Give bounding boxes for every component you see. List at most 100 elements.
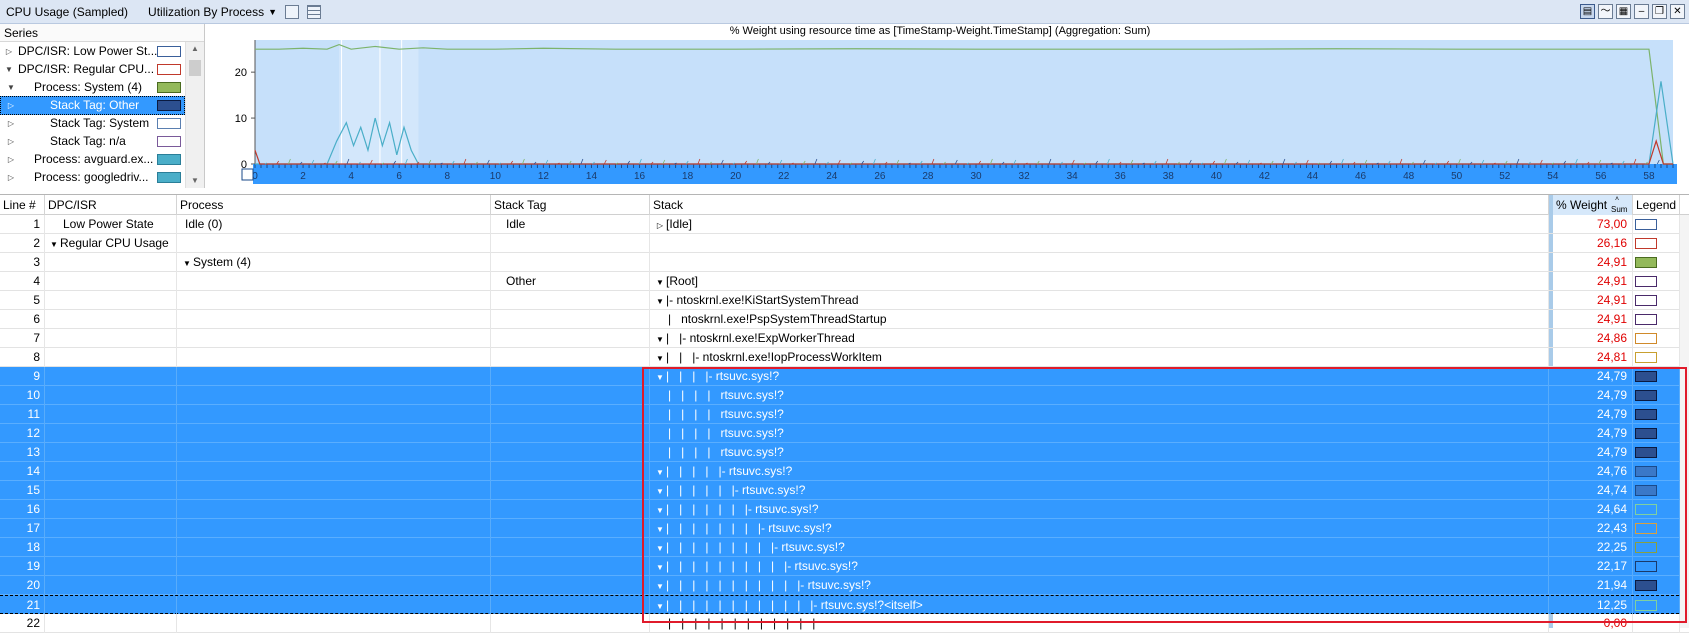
collapse-icon[interactable]: ▼ (654, 292, 666, 310)
column-header-dpc-isr[interactable]: DPC/ISR (45, 195, 177, 215)
collapse-icon[interactable]: ▼ (654, 597, 666, 615)
collapse-icon[interactable]: ▼ (181, 254, 193, 272)
collapse-icon[interactable]: ▼ (654, 330, 666, 348)
restore-icon[interactable]: ❐ (1652, 4, 1667, 19)
expand-icon[interactable]: ▷ (654, 216, 666, 234)
column-header-weight[interactable]: % Weight ˄ Sum (1553, 195, 1633, 215)
stack-cell-text: | ntoskrnl.exe!PspSystemThreadStartup (668, 312, 887, 326)
expand-icon[interactable]: ▷ (6, 114, 16, 133)
collapse-icon[interactable]: ▼ (654, 520, 666, 538)
column-header-legend[interactable]: Legend (1633, 195, 1680, 215)
table-row[interactable]: 15 ▼ | | | | | |- rtsuvc.sys!? 24,74 (0, 481, 1689, 500)
stack-cell: ▼ | | | | | | | | | | |- rtsuvc.sys!? (650, 576, 1549, 595)
collapse-icon[interactable]: ▼ (6, 78, 16, 97)
series-color-swatch[interactable] (157, 82, 181, 93)
collapse-icon[interactable]: ▼ (654, 501, 666, 519)
cpu-usage-chart[interactable]: % Weight using resource time as [TimeSta… (205, 24, 1689, 188)
collapse-icon[interactable]: ▼ (4, 60, 14, 79)
expand-icon[interactable]: ▷ (6, 132, 16, 151)
table-row[interactable]: 13 | | | | rtsuvc.sys!? 24,79 (0, 443, 1689, 462)
expand-icon[interactable]: ▷ (6, 168, 16, 187)
series-color-swatch[interactable] (157, 154, 181, 165)
series-scrollbar[interactable]: ▲ ▼ (185, 42, 204, 188)
table-row[interactable]: 3 ▼ System (4) 24,91 (0, 253, 1689, 272)
table-row[interactable]: 14 ▼ | | | | |- rtsuvc.sys!? 24,76 (0, 462, 1689, 481)
series-item[interactable]: ▼ DPC/ISR: Regular CPU... (0, 60, 185, 79)
series-color-swatch[interactable] (157, 46, 181, 57)
collapse-icon[interactable]: ▼ (654, 482, 666, 500)
stack-tag-cell (491, 367, 650, 386)
zoom-reset-button[interactable] (241, 168, 254, 181)
graph-and-table-view-button[interactable]: ▤ (1580, 4, 1595, 19)
series-color-swatch[interactable] (157, 64, 181, 75)
table-row[interactable]: 11 | | | | rtsuvc.sys!? 24,79 (0, 405, 1689, 424)
column-header-line[interactable]: Line # (0, 195, 45, 215)
grid-settings-icon[interactable] (307, 4, 322, 19)
collapse-icon[interactable]: ▼ (654, 349, 666, 367)
table-scrollbar[interactable] (1680, 215, 1689, 628)
table-row[interactable]: 10 | | | | rtsuvc.sys!? 24,79 (0, 386, 1689, 405)
series-item[interactable]: ▷ Stack Tag: Other (0, 96, 185, 115)
table-row[interactable]: 8 ▼ | | |- ntoskrnl.exe!IopProcessWorkItem… (0, 348, 1689, 367)
stack-tag-cell: Idle (491, 215, 650, 234)
table-row[interactable]: 18 ▼ | | | | | | | | |- rtsuvc.sys!? 22,25 (0, 538, 1689, 557)
process-cell (177, 519, 491, 538)
series-item-label: Stack Tag: Other (50, 98, 140, 112)
collapse-icon[interactable]: ▼ (654, 273, 666, 291)
series-item[interactable]: ▷ Process: googledriv... (0, 168, 185, 187)
expand-icon[interactable]: ▷ (6, 96, 16, 115)
table-row[interactable]: 22 | | | | | | | | | | | | 0,00 (0, 614, 1689, 633)
x-axis-band[interactable] (253, 164, 1677, 184)
plot-area[interactable] (255, 40, 1673, 164)
scroll-down-icon[interactable]: ▼ (186, 174, 204, 188)
series-color-swatch[interactable] (157, 172, 181, 183)
series-item[interactable]: ▷ DPC/ISR: Low Power St... (0, 42, 185, 61)
scroll-thumb[interactable] (189, 60, 201, 76)
table-row[interactable]: 19 ▼ | | | | | | | | | |- rtsuvc.sys!? 22,1… (0, 557, 1689, 576)
chart-canvas[interactable]: 010200 2 4 6 8 10 12 14 16 18 20 22 24 26 28 30 32 34 36 38… (205, 24, 1689, 188)
weight-cell-text: 22,17 (1596, 559, 1627, 573)
graph-only-view-button[interactable]: 〜 (1598, 4, 1613, 19)
collapse-icon[interactable]: ▼ (654, 368, 666, 386)
collapse-icon[interactable]: ▼ (48, 235, 60, 253)
column-header-stack[interactable]: Stack (650, 195, 1549, 215)
table-row[interactable]: 12 | | | | rtsuvc.sys!? 24,79 (0, 424, 1689, 443)
series-color-swatch[interactable] (157, 136, 181, 147)
table-row[interactable]: 5 ▼ |- ntoskrnl.exe!KiStartSystemThread 24,… (0, 291, 1689, 310)
x-tick-label: 58 (1643, 171, 1655, 182)
collapse-icon[interactable]: ▼ (654, 463, 666, 481)
process-cell (177, 557, 491, 576)
table-row[interactable]: 1 Low Power State Idle (0) Idle ▷ [Idle] 73,00 (0, 215, 1689, 234)
table-only-view-button[interactable]: ▦ (1616, 4, 1631, 19)
series-item[interactable]: ▼ Process: System (4) (0, 78, 185, 97)
scroll-up-icon[interactable]: ▲ (186, 42, 204, 56)
table-row[interactable]: 9 ▼ | | | |- rtsuvc.sys!? 24,79 (0, 367, 1689, 386)
table-view-icon[interactable] (285, 4, 300, 19)
expand-icon[interactable]: ▷ (4, 42, 14, 61)
series-color-swatch[interactable] (157, 100, 181, 111)
collapse-icon[interactable]: ▼ (654, 558, 666, 576)
stack-cell-text: | | | | rtsuvc.sys!? (668, 388, 784, 402)
view-preset-dropdown[interactable]: Utilization By Process ▼ (148, 5, 277, 19)
line-number-cell: 5 (0, 291, 45, 310)
series-item[interactable]: ▷ Stack Tag: System (0, 114, 185, 133)
table-row[interactable]: 17 ▼ | | | | | | | |- rtsuvc.sys!? 22,43 (0, 519, 1689, 538)
table-row[interactable]: 2 ▼ Regular CPU Usage 26,16 (0, 234, 1689, 253)
table-row[interactable]: 6 | ntoskrnl.exe!PspSystemThreadStartup 24… (0, 310, 1689, 329)
table-row[interactable]: 7 ▼ | |- ntoskrnl.exe!ExpWorkerThread 24,86 (0, 329, 1689, 348)
table-row[interactable]: 16 ▼ | | | | | | |- rtsuvc.sys!? 24,64 (0, 500, 1689, 519)
expand-icon[interactable]: ▷ (6, 150, 16, 169)
table-row[interactable]: 21 ▼ | | | | | | | | | | | |- rtsuvc.sys!?… (0, 595, 1689, 615)
table-row[interactable]: 20 ▼ | | | | | | | | | | |- rtsuvc.sys!? 21… (0, 576, 1689, 595)
minimize-icon[interactable]: – (1634, 4, 1649, 19)
series-color-swatch[interactable] (157, 118, 181, 129)
x-tick-label: 48 (1403, 171, 1415, 182)
column-header-process[interactable]: Process (177, 195, 491, 215)
column-header-stack-tag[interactable]: Stack Tag (491, 195, 650, 215)
table-row[interactable]: 4 Other ▼ [Root] 24,91 (0, 272, 1689, 291)
series-item[interactable]: ▷ Process: avguard.ex... (0, 150, 185, 169)
collapse-icon[interactable]: ▼ (654, 577, 666, 595)
collapse-icon[interactable]: ▼ (654, 539, 666, 557)
close-icon[interactable]: ✕ (1670, 4, 1685, 19)
series-item[interactable]: ▷ Stack Tag: n/a (0, 132, 185, 151)
